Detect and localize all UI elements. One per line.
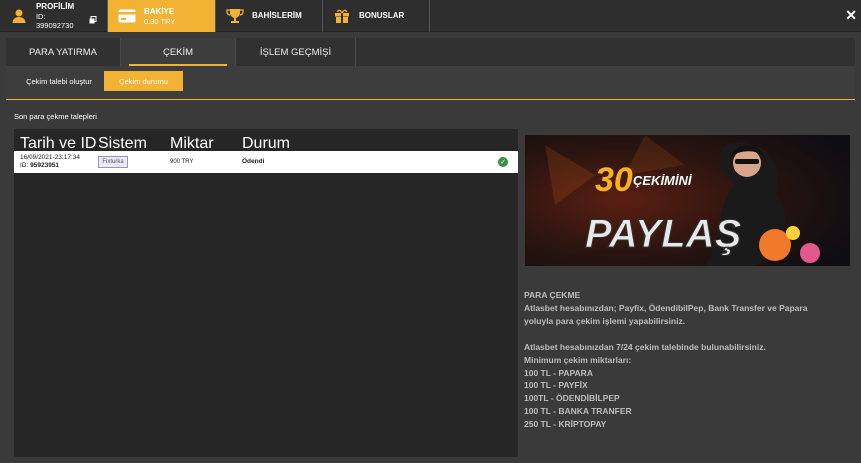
gift-icon <box>333 7 351 25</box>
withdraw-subtabs: Çekim talebi oluştur Çekim durumu <box>6 66 855 100</box>
trophy-icon <box>226 7 244 25</box>
main-tabs: PARA YATIRMA ÇEKİM İŞLEM GEÇMİŞİ <box>6 38 855 66</box>
profile-nav[interactable]: PROFİLİM ID: 399092730 <box>0 0 108 32</box>
wallet-card-icon <box>118 7 136 25</box>
tab-withdraw[interactable]: ÇEKİM <box>121 38 236 66</box>
request-date-id: 16/09/2021-23:17:34 ID: 95923951 <box>20 154 80 170</box>
close-icon[interactable]: ✕ <box>845 8 857 22</box>
info-line-3: Atlasbet hesabınızdan 7/24 çekim talebin… <box>524 341 766 352</box>
request-id-label: ID: <box>20 162 31 169</box>
my-bets-title: BAHİSLERİM <box>252 11 302 20</box>
info-title: PARA ÇEKME <box>524 290 581 300</box>
banner-number: 30 <box>595 161 633 199</box>
bonuses-nav[interactable]: BONUSLAR <box>323 0 430 32</box>
request-status: Ödendi <box>242 158 265 165</box>
limit-bank-transfer: 100 TL - BANKA TRANFER <box>524 406 632 417</box>
info-line-1: Atlasbet hesabınızdan; Payfix, Ödendibil… <box>524 302 808 313</box>
tab-history[interactable]: İŞLEM GEÇMİŞİ <box>236 38 356 66</box>
copy-icon[interactable] <box>89 16 97 26</box>
banner-line2: PAYLAŞ <box>585 212 742 256</box>
balance-amount: 0.30 TRY <box>144 16 176 26</box>
limit-odendibilpep: 100TL - ÖDENDİBİLPEP <box>524 393 620 404</box>
requests-table: Tarih ve ID Sistem Miktar Durum 16/09/20… <box>14 129 518 457</box>
withdraw-info-text: PARA ÇEKME Atlasbet hesabınızdan; Payfix… <box>524 289 807 431</box>
section-title: Son para çekme talepleri <box>14 112 97 121</box>
user-id: ID: 399092730 <box>35 12 74 30</box>
payment-system-badge: Fixturka <box>98 156 128 168</box>
info-panel: 30 ÇEKİMİNİ PAYLAŞ PARA ÇEKME Atlasbet h… <box>519 129 855 457</box>
banner-line1: ÇEKİMİNİ <box>633 173 693 188</box>
info-line-4: Minimum çekim miktarları: <box>524 354 632 365</box>
limit-payfix: 100 TL - PAYFİX <box>524 380 588 391</box>
bonuses-title: BONUSLAR <box>359 11 405 20</box>
balance-title: BAKİYE <box>144 6 175 16</box>
request-id: 95923951 <box>30 162 60 169</box>
top-bar: PROFİLİM ID: 399092730 BAKİYE 0.30 TRY B… <box>0 0 861 32</box>
limit-kriptopay: 250 TL - KRİPTOPAY <box>524 419 607 430</box>
subtab-withdraw-status[interactable]: Çekim durumu <box>104 71 183 91</box>
check-circle-icon: ✓ <box>498 157 508 167</box>
request-date: 16/09/2021-23:17:34 <box>20 154 80 161</box>
promo-banner[interactable]: 30 ÇEKİMİNİ PAYLAŞ <box>525 135 850 266</box>
user-icon <box>10 7 28 25</box>
subtab-create-request[interactable]: Çekim talebi oluştur <box>16 71 102 91</box>
limit-papara: 100 TL - PAPARA <box>524 367 593 378</box>
balance-nav[interactable]: BAKİYE 0.30 TRY <box>108 0 216 32</box>
tab-deposit[interactable]: PARA YATIRMA <box>6 38 121 66</box>
request-amount: 900 TRY <box>170 159 194 165</box>
info-line-2: yoluyla para çekim işlemi yapabilirsiniz… <box>524 315 686 326</box>
table-row[interactable]: 16/09/2021-23:17:34 ID: 95923951 Fixturk… <box>14 151 518 173</box>
profile-title: PROFİLİM <box>35 2 75 11</box>
my-bets-nav[interactable]: BAHİSLERİM <box>216 0 323 32</box>
